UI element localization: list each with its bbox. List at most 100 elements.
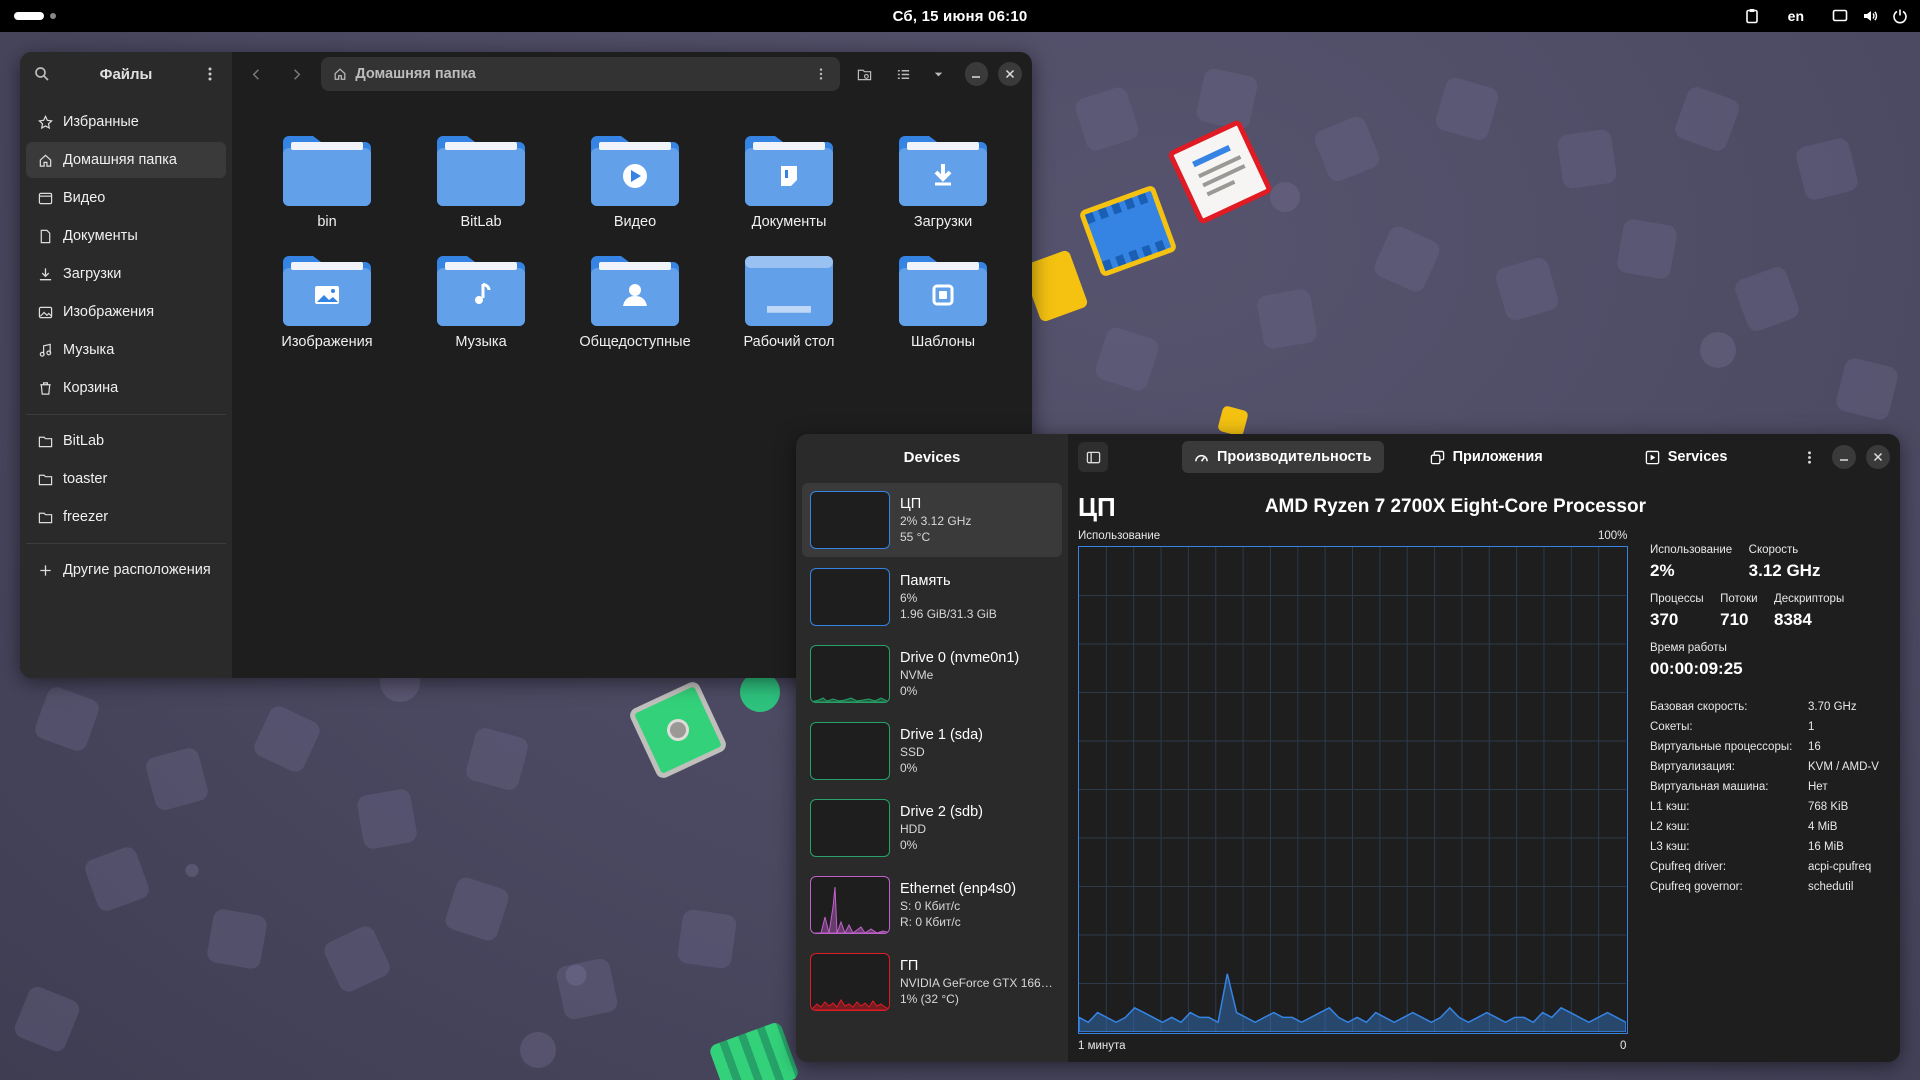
cpu-model: AMD Ryzen 7 2700X Eight-Core Processor [1264,496,1646,517]
device-detail-1: S: 0 Кбит/с [900,899,961,913]
device-item-gpu[interactable]: ГП NVIDIA GeForce GTX 166… 1% (32 °C) [802,945,1062,1019]
device-sparkline [811,999,889,1010]
search-folder-button[interactable] [850,59,880,89]
clipboard-icon[interactable] [1744,8,1760,24]
sidebar-item-other-locations[interactable]: Другие расположения [26,552,226,588]
file-item[interactable]: Видео [558,128,712,230]
keyboard-layout[interactable]: en [1788,8,1804,24]
system-tray[interactable]: en [1744,0,1908,32]
file-item[interactable]: Общедоступные [558,248,712,350]
file-item[interactable]: Изображения [250,248,404,350]
detail-row: L3 кэш: 16 MiB [1650,837,1890,857]
sidebar-item-documents[interactable]: Документы [26,218,226,254]
folder-icon [283,256,371,326]
activities-indicator[interactable] [14,12,56,20]
volume-icon[interactable] [1862,8,1878,24]
sidebar-item-pictures[interactable]: Изображения [26,294,226,330]
sidebar-item-toaster[interactable]: toaster [26,461,226,497]
services-icon [1645,450,1659,464]
path-bar[interactable]: Домашняя папка [321,57,840,91]
wallpaper-sticker-small [1217,405,1249,437]
file-item[interactable]: bin [250,128,404,230]
monitor-menu-button[interactable] [1794,442,1824,472]
file-item[interactable]: BitLab [404,128,558,230]
device-thumbnail [810,568,890,626]
detail-value: 16 [1808,741,1821,753]
sidebar-item-label: Изображения [63,304,155,320]
device-item-mem[interactable]: Память 6% 1.96 GiB/31.3 GiB [802,560,1062,634]
star-icon [38,114,53,129]
sidebar-item-starred[interactable]: Избранные [26,104,226,140]
device-detail-1: SSD [900,745,925,759]
tab-applications[interactable]: Приложения [1418,441,1555,473]
sidebar-item-downloads[interactable]: Загрузки [26,256,226,292]
detail-value: KVM / AMD-V [1808,761,1879,773]
sidebar-item-label: Загрузки [63,266,122,282]
device-detail-2: 1% (32 °C) [900,992,959,1006]
file-item[interactable]: Документы [712,128,866,230]
view-options-button[interactable] [929,59,949,89]
detail-key: Виртуальные процессоры: [1650,741,1793,753]
sidebar-item-music[interactable]: Музыка [26,332,226,368]
detail-key: Базовая скорость: [1650,701,1748,713]
wallpaper-sticker-document [1166,118,1274,226]
sidebar-item-label: Документы [63,228,138,244]
main-menu-icon[interactable] [202,66,218,82]
tab-services[interactable]: Services [1633,441,1740,473]
sidebar-item-label: freezer [63,509,109,525]
folder-icon [283,136,371,206]
forward-button[interactable] [282,59,312,89]
device-detail-2: 0% [900,761,918,775]
sidebar-item-trash[interactable]: Корзина [26,370,226,406]
close-button[interactable] [1866,445,1890,469]
device-name: Drive 0 (nvme0n1) [900,650,1020,666]
clock[interactable]: Сб, 15 июня 06:10 [893,8,1028,25]
device-info: ЦП 2% 3.12 GHz 55 °C [900,496,971,544]
cpu-usage-graph [1078,546,1628,1034]
minimize-button[interactable] [1832,445,1856,469]
cpu-stats: Использование 2% Скорость 3.12 GHz Проце… [1650,544,1890,897]
file-item[interactable]: Рабочий стол [712,248,866,350]
sidebar-toggle-button[interactable] [1078,442,1108,472]
sidebar-item-label: Видео [63,190,106,206]
device-item-drive0[interactable]: Drive 0 (nvme0n1) NVMe 0% [802,637,1062,711]
sidebar-header: Файлы [20,52,232,96]
device-item-drive2[interactable]: Drive 2 (sdb) HDD 0% [802,791,1062,865]
device-thumbnail [810,722,890,780]
close-button[interactable] [998,62,1023,86]
stat-handles: Дескрипторы 8384 [1774,593,1844,642]
file-item[interactable]: Шаблоны [866,248,1020,350]
top-bar: Сб, 15 июня 06:10 en [0,0,1920,32]
device-item-cpu[interactable]: ЦП 2% 3.12 GHz 55 °C [802,483,1062,557]
files-toolbar: Домашняя папка [232,52,1032,96]
apps-icon [1430,450,1444,464]
sidebar-item-videos[interactable]: Видео [26,180,226,216]
file-item[interactable]: Музыка [404,248,558,350]
monitor-main: Производительность Приложения Services Ц… [1068,434,1900,1062]
screen-icon[interactable] [1832,8,1848,24]
view-mode-button[interactable] [889,59,919,89]
power-icon[interactable] [1892,8,1908,24]
device-item-net[interactable]: Ethernet (enp4s0) S: 0 Кбит/с R: 0 Кбит/с [802,868,1062,942]
sidebar-item-bitlab[interactable]: BitLab [26,423,226,459]
file-item[interactable]: Загрузки [866,128,1020,230]
device-thumbnail [810,799,890,857]
image-icon [38,306,53,318]
system-monitor-window[interactable]: Devices ЦП 2% 3.12 GHz 55 °C Память 6% 1.96 G… [796,434,1900,1062]
detail-row: Виртуальная машина: Нет [1650,777,1890,797]
monitor-header: Производительность Приложения Services [1068,434,1900,480]
device-name: Drive 2 (sdb) [900,804,983,820]
detail-key: Cpufreq driver: [1650,861,1727,873]
folder-icon [38,436,53,447]
device-item-drive1[interactable]: Drive 1 (sda) SSD 0% [802,714,1062,788]
back-button[interactable] [242,59,272,89]
minimize-button[interactable] [964,62,989,86]
tab-performance[interactable]: Производительность [1182,441,1384,473]
file-item-label: BitLab [460,214,502,230]
wallpaper-sticker-film [1078,184,1178,278]
search-icon[interactable] [34,66,50,82]
sidebar-item-freezer[interactable]: freezer [26,499,226,535]
devices-title: Devices [903,448,961,466]
sidebar-item-home[interactable]: Домашняя папка [26,142,226,178]
path-menu-icon[interactable] [814,67,828,81]
